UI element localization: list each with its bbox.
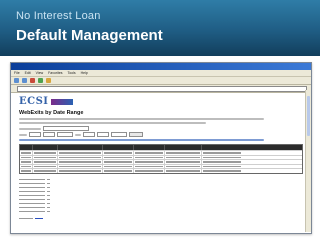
logo-stripe — [51, 99, 73, 105]
page-heading: WebExits by Date Range — [19, 110, 84, 116]
filter-row — [19, 126, 303, 131]
from-year-field[interactable] — [57, 132, 73, 137]
col-header — [202, 145, 242, 150]
to-day-field[interactable] — [97, 132, 109, 137]
col-header — [58, 145, 103, 150]
school-select[interactable] — [43, 126, 89, 131]
stop-icon[interactable] — [30, 78, 35, 83]
school-label — [19, 127, 41, 130]
to-year-field[interactable] — [111, 132, 127, 137]
browser-title-bar — [11, 63, 311, 70]
page-header: ECSI — [17, 95, 305, 109]
from-label — [19, 133, 27, 136]
menu-view[interactable]: View — [36, 71, 44, 75]
menu-help[interactable]: Help — [81, 71, 88, 75]
return-text — [19, 217, 33, 220]
back-icon[interactable] — [14, 78, 19, 83]
col-header — [20, 145, 33, 150]
forward-icon[interactable] — [22, 78, 27, 83]
slide-title: Default Management — [16, 27, 163, 44]
menu-favorites[interactable]: Favorites — [48, 71, 62, 75]
results-table — [19, 144, 303, 174]
col-header — [165, 145, 202, 150]
col-header — [103, 145, 134, 150]
title-banner: No Interest Loan Default Management — [0, 0, 320, 56]
vertical-scrollbar[interactable] — [305, 90, 311, 232]
menu-tools[interactable]: Tools — [67, 71, 75, 75]
ecsi-logo: ECSI — [19, 96, 49, 107]
return-link-row — [19, 217, 303, 220]
address-bar — [11, 85, 311, 93]
scrollbar-thumb[interactable] — [307, 96, 310, 136]
date-range-row — [19, 132, 303, 137]
table-row[interactable] — [20, 168, 302, 173]
menu-edit[interactable]: Edit — [25, 71, 31, 75]
from-day-field[interactable] — [43, 132, 55, 137]
refresh-icon[interactable] — [38, 78, 43, 83]
summary-row — [19, 210, 303, 214]
to-label — [75, 133, 81, 136]
report-links[interactable] — [19, 139, 264, 141]
submit-button[interactable] — [129, 132, 143, 137]
menu-file[interactable]: File — [14, 71, 20, 75]
browser-screenshot: File Edit View Favorites Tools Help ECSI… — [10, 62, 312, 234]
col-header — [33, 145, 58, 150]
home-link[interactable] — [35, 217, 43, 220]
browser-toolbar — [11, 77, 311, 85]
from-month-field[interactable] — [29, 132, 41, 137]
address-field[interactable] — [17, 85, 307, 92]
page-content: ECSI WebExits by Date Range — [11, 93, 311, 221]
to-month-field[interactable] — [83, 132, 95, 137]
browser-menu-bar: File Edit View Favorites Tools Help — [11, 70, 311, 77]
col-header — [134, 145, 165, 150]
home-icon[interactable] — [46, 78, 51, 83]
slide-kicker: No Interest Loan — [16, 10, 101, 22]
summary-counts — [19, 178, 303, 214]
instruction-text — [19, 118, 264, 120]
instruction-text — [19, 122, 207, 124]
